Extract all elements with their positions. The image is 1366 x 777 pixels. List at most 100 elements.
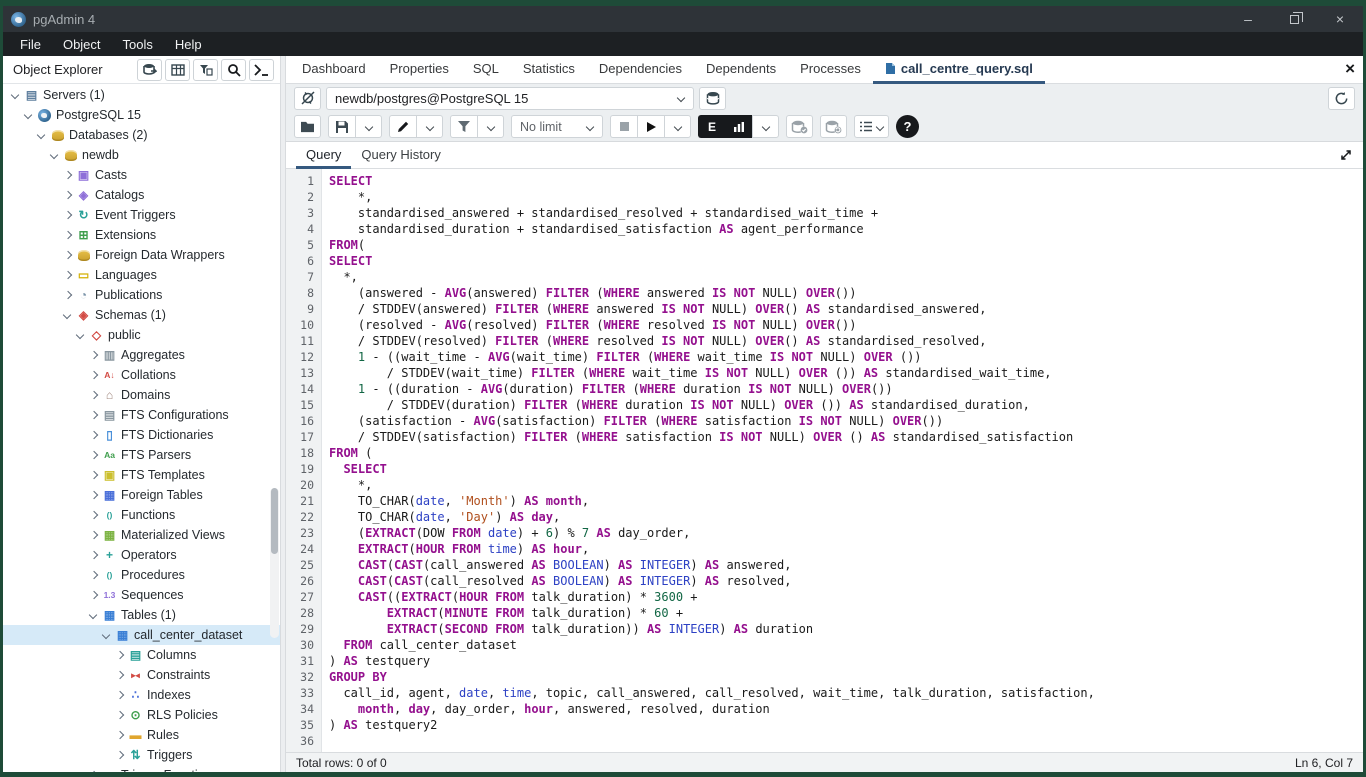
chevron-down-icon[interactable] [22,108,36,122]
chevron-right-icon[interactable] [113,648,127,662]
tree-item-constraints[interactable]: ▸◂ Constraints [3,665,280,685]
chevron-right-icon[interactable] [87,528,101,542]
sql-code[interactable]: SELECT *, standardised_answered + standa… [322,169,1363,752]
tree-item-call-center-dataset[interactable]: ▦ call_center_dataset [3,625,280,645]
tab-query-history[interactable]: Query History [351,142,450,169]
chevron-down-icon[interactable] [61,308,75,322]
tree-item-public[interactable]: ◇ public [3,325,280,345]
tree-item-foreign-data-wrappers[interactable]: Foreign Data Wrappers [3,245,280,265]
tree-item-procedures[interactable]: () Procedures [3,565,280,585]
tree-item-postgresql-15[interactable]: PostgreSQL 15 [3,105,280,125]
chevron-right-icon[interactable] [87,388,101,402]
explain-analyze-icon[interactable] [725,115,752,138]
chevron-right-icon[interactable] [61,268,75,282]
chevron-right-icon[interactable] [87,348,101,362]
chevron-right-icon[interactable] [87,368,101,382]
tree-item-rules[interactable]: ▬ Rules [3,725,280,745]
tree-item-casts[interactable]: ▣ Casts [3,165,280,185]
tree-item-extensions[interactable]: ⊞ Extensions [3,225,280,245]
connection-dropdown[interactable]: newdb/postgres@PostgreSQL 15 [326,86,694,110]
execute-icon[interactable] [637,115,664,138]
row-limit-dropdown[interactable]: No limit [511,115,603,138]
tab-dependents[interactable]: Dependents [694,56,788,84]
connection-toggle-icon[interactable] [294,86,321,110]
chevron-down-icon[interactable] [35,128,49,142]
chevron-down-icon[interactable] [100,628,114,642]
commit-icon[interactable] [786,115,813,138]
tree-item-triggers[interactable]: ⇅ Triggers [3,745,280,765]
tree-item-collations[interactable]: A↓ Collations [3,365,280,385]
history-refresh-icon[interactable] [1328,86,1355,110]
psql-tool-icon[interactable] [249,58,274,81]
chevron-down-icon[interactable] [87,608,101,622]
tree-item-tables-1-[interactable]: ▦ Tables (1) [3,605,280,625]
menu-help[interactable]: Help [166,35,211,54]
tree-item-foreign-tables[interactable]: ▦ Foreign Tables [3,485,280,505]
tree-item-fts-templates[interactable]: ▣ FTS Templates [3,465,280,485]
tree-item-functions[interactable]: () Functions [3,505,280,525]
tab-properties[interactable]: Properties [378,56,461,84]
chevron-right-icon[interactable] [87,488,101,502]
chevron-right-icon[interactable] [61,188,75,202]
help-button[interactable]: ? [896,115,919,138]
chevron-right-icon[interactable] [87,448,101,462]
execute-options-chevron-icon[interactable] [664,115,691,138]
chevron-right-icon[interactable] [113,728,127,742]
tab-statistics[interactable]: Statistics [511,56,587,84]
open-file-icon[interactable] [294,115,321,138]
tree-item-sequences[interactable]: 1.3 Sequences [3,585,280,605]
close-tab-icon[interactable]: × [1345,60,1355,77]
tree-item-trigger-functions[interactable]: ()Trigger Functions [3,765,280,772]
view-data-icon[interactable] [165,58,190,81]
tab-query[interactable]: Query [296,142,352,169]
tree-item-fts-parsers[interactable]: Aa FTS Parsers [3,445,280,465]
chevron-right-icon[interactable] [61,168,75,182]
chevron-right-icon[interactable] [87,548,101,562]
filtered-rows-icon[interactable] [193,58,218,81]
tree-item-event-triggers[interactable]: ↻ Event Triggers [3,205,280,225]
tab-dependencies[interactable]: Dependencies [587,56,694,84]
macros-icon[interactable] [854,115,889,138]
menu-tools[interactable]: Tools [114,35,162,54]
tree-item-indexes[interactable]: ∴ Indexes [3,685,280,705]
chevron-right-icon[interactable] [87,508,101,522]
chevron-right-icon[interactable] [113,668,127,682]
menu-object[interactable]: Object [54,35,110,54]
tree-item-newdb[interactable]: newdb [3,145,280,165]
edit-options-chevron-icon[interactable] [416,115,443,138]
explain-button[interactable]: E [698,115,725,138]
tree-item-fts-configurations[interactable]: ▤ FTS Configurations [3,405,280,425]
tree-item-operators[interactable]: + Operators [3,545,280,565]
chevron-right-icon[interactable] [87,468,101,482]
sql-editor[interactable]: 1 2 3 4 5 6 7 8 9 10 11 12 13 14 15 16 17 18 19 20 21 22 23 24 2… [286,169,1363,752]
tree-item-domains[interactable]: ⌂ Domains [3,385,280,405]
search-icon[interactable] [221,58,246,81]
explain-options-chevron-icon[interactable] [752,115,779,138]
tree-item-databases-2-[interactable]: Databases (2) [3,125,280,145]
tree-item-servers-1-[interactable]: ▤ Servers (1) [3,85,280,105]
rollback-icon[interactable] [820,115,847,138]
chevron-right-icon[interactable] [87,768,101,772]
chevron-down-icon[interactable] [9,88,23,102]
edit-icon[interactable] [389,115,416,138]
maximize-button[interactable] [1271,6,1317,32]
chevron-right-icon[interactable] [87,428,101,442]
chevron-right-icon[interactable] [87,408,101,422]
chevron-down-icon[interactable] [48,148,62,162]
tree-item-materialized-views[interactable]: ▦ Materialized Views [3,525,280,545]
chevron-right-icon[interactable] [61,248,75,262]
chevron-right-icon[interactable] [87,588,101,602]
chevron-right-icon[interactable] [61,208,75,222]
filter-options-chevron-icon[interactable] [477,115,504,138]
tree-item-languages[interactable]: ▭ Languages [3,265,280,285]
expand-panel-icon[interactable] [1339,148,1353,162]
stop-icon[interactable] [610,115,637,138]
chevron-right-icon[interactable] [61,288,75,302]
close-button[interactable]: × [1317,6,1363,32]
tree-item-publications[interactable]: ◔ Publications [3,285,280,305]
tab-dashboard[interactable]: Dashboard [290,56,378,84]
tree-item-columns[interactable]: ▤ Columns [3,645,280,665]
tree-item-fts-dictionaries[interactable]: ▯ FTS Dictionaries [3,425,280,445]
chevron-down-icon[interactable] [74,328,88,342]
chevron-right-icon[interactable] [61,228,75,242]
